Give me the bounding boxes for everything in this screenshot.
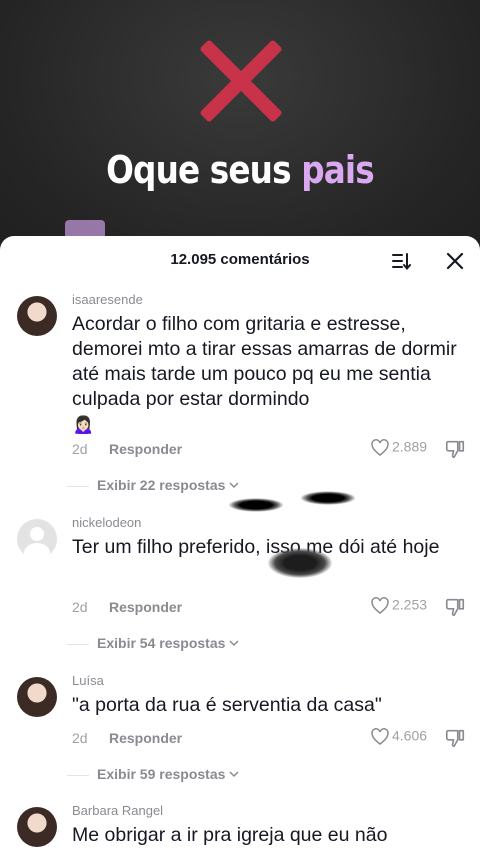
video-headline: Oque seus pais (106, 148, 375, 192)
comment-time: 2d (72, 441, 88, 457)
avatar[interactable] (17, 519, 57, 559)
close-button[interactable] (442, 248, 468, 274)
reply-button[interactable]: Responder (109, 599, 182, 615)
comment-meta: 2d Responder (72, 441, 182, 457)
right-eye-sticker (300, 491, 356, 505)
chevron-down-icon (229, 640, 239, 647)
chevron-down-icon (229, 482, 239, 489)
thumbs-down-icon (445, 598, 465, 617)
comments-header: 12.095 comentários (0, 236, 480, 284)
comment-emoji: 🙍🏻‍♀️ (72, 414, 95, 434)
thumbs-down-icon (445, 440, 465, 459)
comment-username[interactable]: Luísa (72, 673, 104, 688)
like-count: 2.889 (392, 438, 428, 455)
comment-time: 2d (72, 599, 88, 615)
dislike-button[interactable] (444, 727, 466, 754)
avatar[interactable] (17, 677, 57, 717)
video-background: Oque seus pais (0, 0, 480, 260)
heart-icon (371, 728, 389, 746)
like-button[interactable]: 2.889 (370, 438, 427, 458)
red-x-icon (195, 35, 285, 125)
like-button[interactable]: 4.606 (370, 727, 427, 747)
view-replies-button[interactable]: Exibir 59 respostas (66, 766, 239, 782)
comment-text: "a porta da rua é serventia da casa" (72, 694, 382, 716)
reply-button[interactable]: Responder (109, 441, 182, 457)
headline-accent: pais (301, 148, 375, 192)
lips-sticker (268, 548, 332, 578)
view-replies-button[interactable]: Exibir 22 respostas (66, 477, 239, 493)
thumbs-down-icon (445, 729, 465, 748)
close-icon (446, 252, 464, 270)
comment-username[interactable]: nickelodeon (72, 515, 141, 530)
dislike-button[interactable] (444, 438, 466, 465)
comment-username[interactable]: Barbara Rangel (72, 803, 163, 818)
comment-time: 2d (72, 730, 88, 746)
heart-icon (371, 597, 389, 615)
comment-text: Acordar o filho com gritaria e estresse,… (72, 312, 472, 437)
comment-text: Me obrigar a ir pra igreja que eu não (72, 824, 388, 846)
sort-button[interactable] (388, 248, 414, 274)
avatar[interactable] (17, 296, 57, 336)
comment-meta: 2d Responder (72, 730, 182, 746)
left-eye-sticker (228, 498, 284, 512)
avatar[interactable] (17, 807, 57, 847)
view-replies-button[interactable]: Exibir 54 respostas (66, 635, 239, 651)
like-count: 4.606 (392, 727, 428, 744)
dislike-button[interactable] (444, 596, 466, 623)
comment-username[interactable]: isaaresende (72, 292, 143, 307)
sort-icon (392, 253, 411, 271)
reply-button[interactable]: Responder (109, 730, 182, 746)
like-button[interactable]: 2.253 (370, 596, 427, 616)
comment-meta: 2d Responder (72, 599, 182, 615)
chevron-down-icon (229, 771, 239, 778)
like-count: 2.253 (392, 596, 428, 613)
comments-sheet: 12.095 comentários isaaresende Acordar o… (0, 236, 480, 854)
heart-icon (371, 439, 389, 457)
